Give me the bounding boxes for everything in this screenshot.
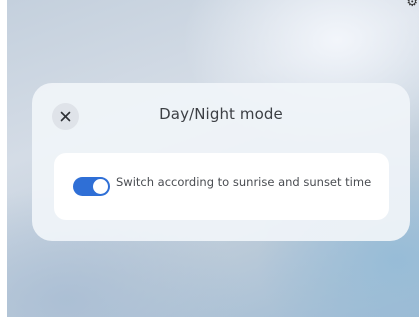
sunrise-sunset-toggle[interactable] xyxy=(73,177,110,196)
dialog-title: Day/Night mode xyxy=(159,105,283,123)
setting-label: Switch according to sunrise and sunset t… xyxy=(116,175,372,189)
sunrise-sunset-setting-row: Switch according to sunrise and sunset t… xyxy=(54,153,389,220)
day-night-dialog: Day/Night mode Switch according to sunri… xyxy=(32,83,410,241)
settings-icon[interactable]: ⚙ xyxy=(406,0,418,10)
toggle-knob xyxy=(93,179,108,194)
background-screen: ⚙ Day/Night mode Switch according to sun… xyxy=(7,0,419,317)
